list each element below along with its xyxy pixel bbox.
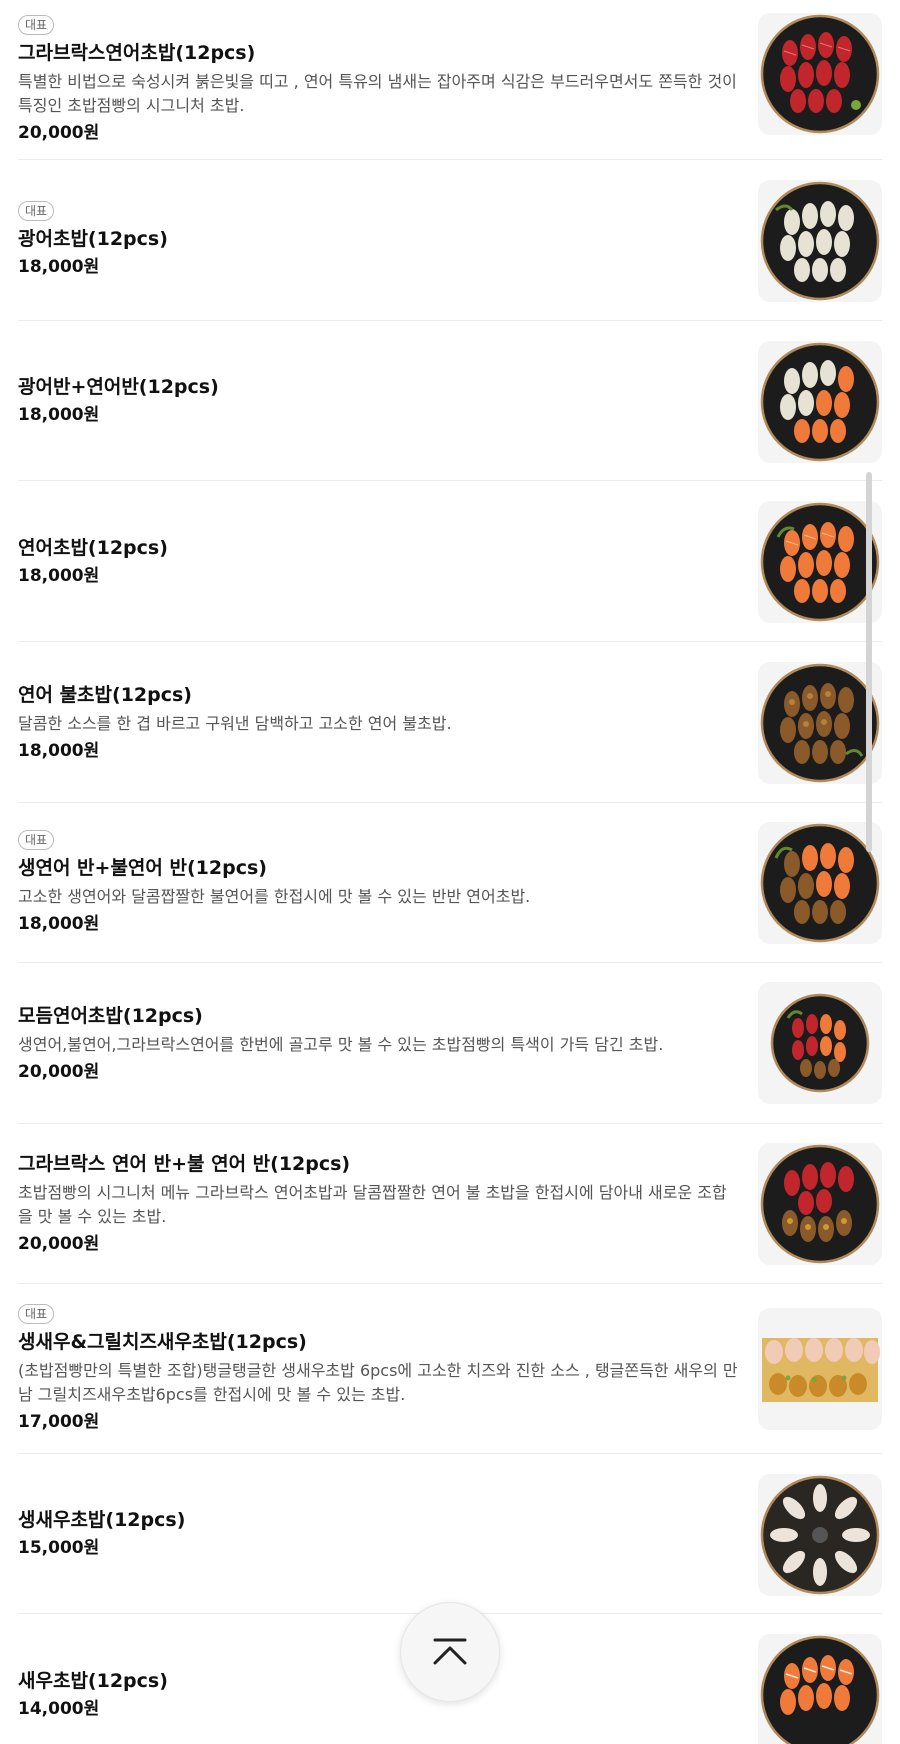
menu-item-image[interactable] — [758, 341, 882, 463]
menu-item-price: 14,000원 — [18, 1698, 100, 1719]
menu-item-text: 대표 생새우&그릴치즈새우초밥(12pcs) (초밥점빵만의 특별한 조합)탱글… — [18, 1284, 738, 1453]
seared-salmon-sushi-image — [760, 663, 880, 783]
menu-item-text: 대표 광어초밥(12pcs) 18,000원 — [18, 160, 738, 320]
menu-item-text: 대표 생연어 반+불연어 반(12pcs) 고소한 생연어와 달콤짭짤한 불연어… — [18, 803, 738, 962]
menu-item-price: 20,000원 — [18, 1234, 100, 1254]
menu-item[interactable]: 모듬연어초밥(12pcs) 생연어,불연어,그라브락스연어를 한번에 골고루 맛… — [18, 963, 882, 1124]
menu-item-price: 18,000원 — [18, 913, 100, 934]
menu-item-price: 15,000원 — [18, 1538, 100, 1558]
menu-item-name: 생새우초밥(12pcs) — [18, 1509, 186, 1531]
menu-item-text: 생새우초밥(12pcs) 15,000원 — [18, 1454, 738, 1613]
menu-item-name: 그라브락스연어초밥(12pcs) — [18, 41, 256, 64]
menu-item-image[interactable] — [758, 501, 882, 623]
menu-item-price: 18,000원 — [18, 740, 100, 761]
menu-item-image[interactable] — [758, 1308, 882, 1430]
assorted-salmon-sushi-image — [770, 993, 870, 1093]
menu-item[interactable]: 그라브락스 연어 반+불 연어 반(12pcs) 초밥점빵의 시그니처 메뉴 그… — [18, 1124, 882, 1284]
menu-item-image[interactable] — [758, 1474, 882, 1596]
menu-item-name: 연어초밥(12pcs) — [18, 536, 168, 559]
shrimp-sushi-image — [760, 1635, 880, 1744]
menu-item-description: 달콤한 소스를 한 겹 바르고 구워낸 담백하고 고소한 연어 불초밥. — [18, 713, 452, 733]
menu-item-image[interactable] — [758, 1143, 882, 1265]
menu-item-name: 광어반+연어반(12pcs) — [18, 376, 219, 398]
signature-badge: 대표 — [18, 1303, 55, 1324]
red-salmon-sushi-image — [760, 14, 880, 134]
menu-item-description: 고소한 생연어와 달콤짭짤한 불연어를 한접시에 맛 볼 수 있는 반반 연어초… — [18, 886, 531, 906]
menu-item-price: 18,000원 — [18, 257, 100, 277]
menu-item-name: 그라브락스 연어 반+불 연어 반(12pcs) — [18, 1153, 351, 1175]
menu-item-text: 그라브락스 연어 반+불 연어 반(12pcs) 초밥점빵의 시그니처 메뉴 그… — [18, 1124, 738, 1283]
menu-item[interactable]: 대표 그라브락스연어초밥(12pcs) 특별한 비법으로 숙성시켜 붉은빛을 띠… — [18, 0, 882, 160]
menu-item-image[interactable] — [758, 662, 882, 784]
menu-item-image[interactable] — [758, 982, 882, 1104]
menu-item-text: 연어초밥(12pcs) 18,000원 — [18, 481, 738, 641]
menu-item-text: 새우초밥(12pcs) 14,000원 — [18, 1614, 738, 1744]
menu-item[interactable]: 대표 생연어 반+불연어 반(12pcs) 고소한 생연어와 달콤짭짤한 불연어… — [18, 803, 882, 963]
menu-item[interactable]: 대표 광어초밥(12pcs) 18,000원 — [18, 160, 882, 321]
menu-item-text: 광어반+연어반(12pcs) 18,000원 — [18, 321, 738, 480]
salmon-sushi-image — [760, 502, 880, 622]
menu-item[interactable]: 연어 불초밥(12pcs) 달콤한 소스를 한 겹 바르고 구워낸 담백하고 고… — [18, 642, 882, 803]
menu-item-name: 모듬연어초밥(12pcs) — [18, 1004, 203, 1027]
menu-item-price: 18,000원 — [18, 565, 100, 586]
menu-item-image[interactable] — [758, 13, 882, 135]
signature-badge: 대표 — [18, 14, 55, 35]
scrollbar[interactable] — [866, 472, 872, 852]
menu-item-name: 광어초밥(12pcs) — [18, 228, 168, 250]
menu-item-price: 18,000원 — [18, 405, 100, 425]
menu-item-image[interactable] — [758, 1634, 882, 1744]
menu-item-name: 생연어 반+불연어 반(12pcs) — [18, 856, 267, 879]
menu-item[interactable]: 연어초밥(12pcs) 18,000원 — [18, 481, 882, 642]
menu-item-description: 특별한 비법으로 숙성시켜 붉은빛을 띠고 , 연어 특유의 냄새는 잡아주며 … — [18, 71, 737, 115]
menu-item-image[interactable] — [758, 822, 882, 944]
flatfish-salmon-sushi-image — [760, 342, 880, 462]
menu-item[interactable]: 생새우초밥(12pcs) 15,000원 — [18, 1454, 882, 1614]
menu-item-text: 모듬연어초밥(12pcs) 생연어,불연어,그라브락스연어를 한번에 골고루 맛… — [18, 963, 738, 1123]
raw-seared-salmon-sushi-image — [760, 823, 880, 943]
shrimp-cheese-sushi-image — [762, 1338, 880, 1402]
scroll-to-top-button[interactable] — [400, 1602, 500, 1702]
menu-item-description: 생연어,불연어,그라브락스연어를 한번에 골고루 맛 볼 수 있는 초밥점빵의 … — [18, 1034, 664, 1054]
menu-item-price: 20,000원 — [18, 122, 100, 143]
menu-item-price: 20,000원 — [18, 1061, 100, 1082]
menu-item-name: 연어 불초밥(12pcs) — [18, 683, 192, 706]
menu-item-description: (초밥점빵만의 특별한 조합)탱글탱글한 생새우초밥 6pcs에 고소한 치즈와… — [18, 1360, 738, 1404]
menu-item-description: 초밥점빵의 시그니처 메뉴 그라브락스 연어초밥과 달콤짭짤한 연어 불 초밥을… — [18, 1183, 727, 1226]
menu-item-text: 연어 불초밥(12pcs) 달콤한 소스를 한 겹 바르고 구워낸 담백하고 고… — [18, 642, 738, 802]
menu-item-name: 생새우&그릴치즈새우초밥(12pcs) — [18, 1330, 307, 1353]
chevron-up-icon — [433, 1638, 467, 1665]
menu-list: 대표 그라브락스연어초밥(12pcs) 특별한 비법으로 숙성시켜 붉은빛을 띠… — [0, 0, 900, 1744]
menu-item[interactable]: 대표 생새우&그릴치즈새우초밥(12pcs) (초밥점빵만의 특별한 조합)탱글… — [18, 1284, 882, 1454]
gravlax-seared-salmon-sushi-image — [760, 1144, 880, 1264]
menu-item-image[interactable] — [758, 180, 882, 302]
flatfish-sushi-image — [760, 181, 880, 301]
menu-item[interactable]: 광어반+연어반(12pcs) 18,000원 — [18, 321, 882, 481]
signature-badge: 대표 — [18, 829, 55, 850]
signature-badge: 대표 — [18, 201, 55, 221]
menu-item-price: 17,000원 — [18, 1411, 100, 1432]
menu-item-name: 새우초밥(12pcs) — [18, 1669, 168, 1692]
raw-shrimp-sushi-image — [760, 1475, 880, 1595]
menu-item-text: 대표 그라브락스연어초밥(12pcs) 특별한 비법으로 숙성시켜 붉은빛을 띠… — [18, 0, 738, 159]
